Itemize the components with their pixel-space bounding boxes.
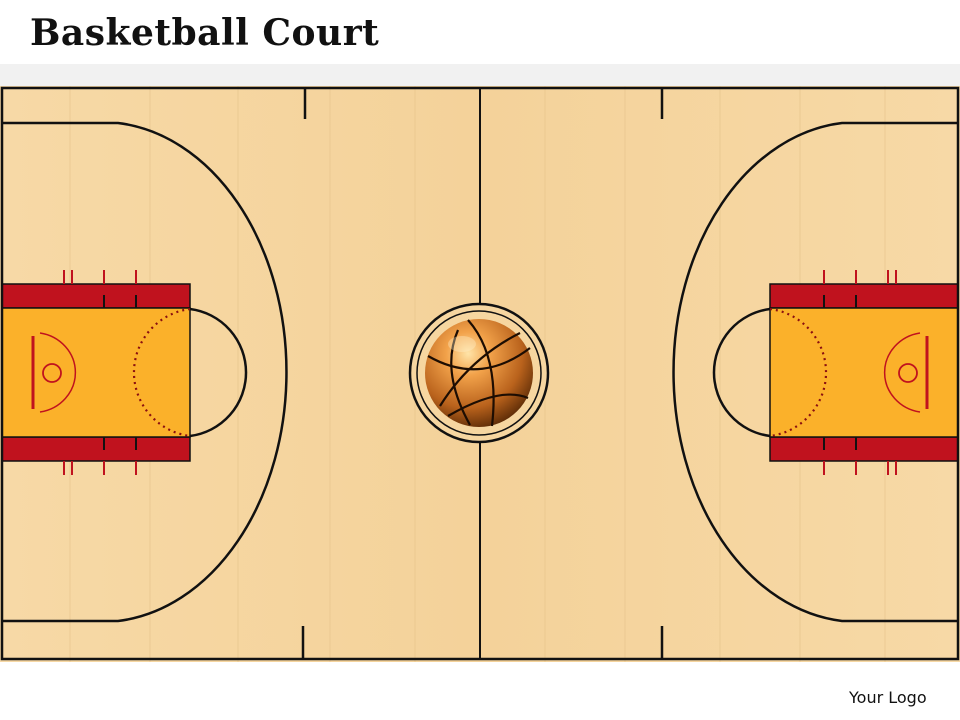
right-lane-block-bottom (769, 436, 959, 462)
left-lane-block-bottom (1, 436, 191, 462)
page-title: Basketball Court (30, 12, 380, 54)
basketball-icon (425, 319, 533, 427)
left-key (1, 307, 191, 438)
right-key (769, 307, 959, 438)
right-lane-block-top (769, 283, 959, 309)
basketball-court (0, 86, 960, 662)
title-band (0, 64, 960, 88)
left-lane-block-top (1, 283, 191, 309)
logo-placeholder: Your Logo (849, 688, 927, 707)
